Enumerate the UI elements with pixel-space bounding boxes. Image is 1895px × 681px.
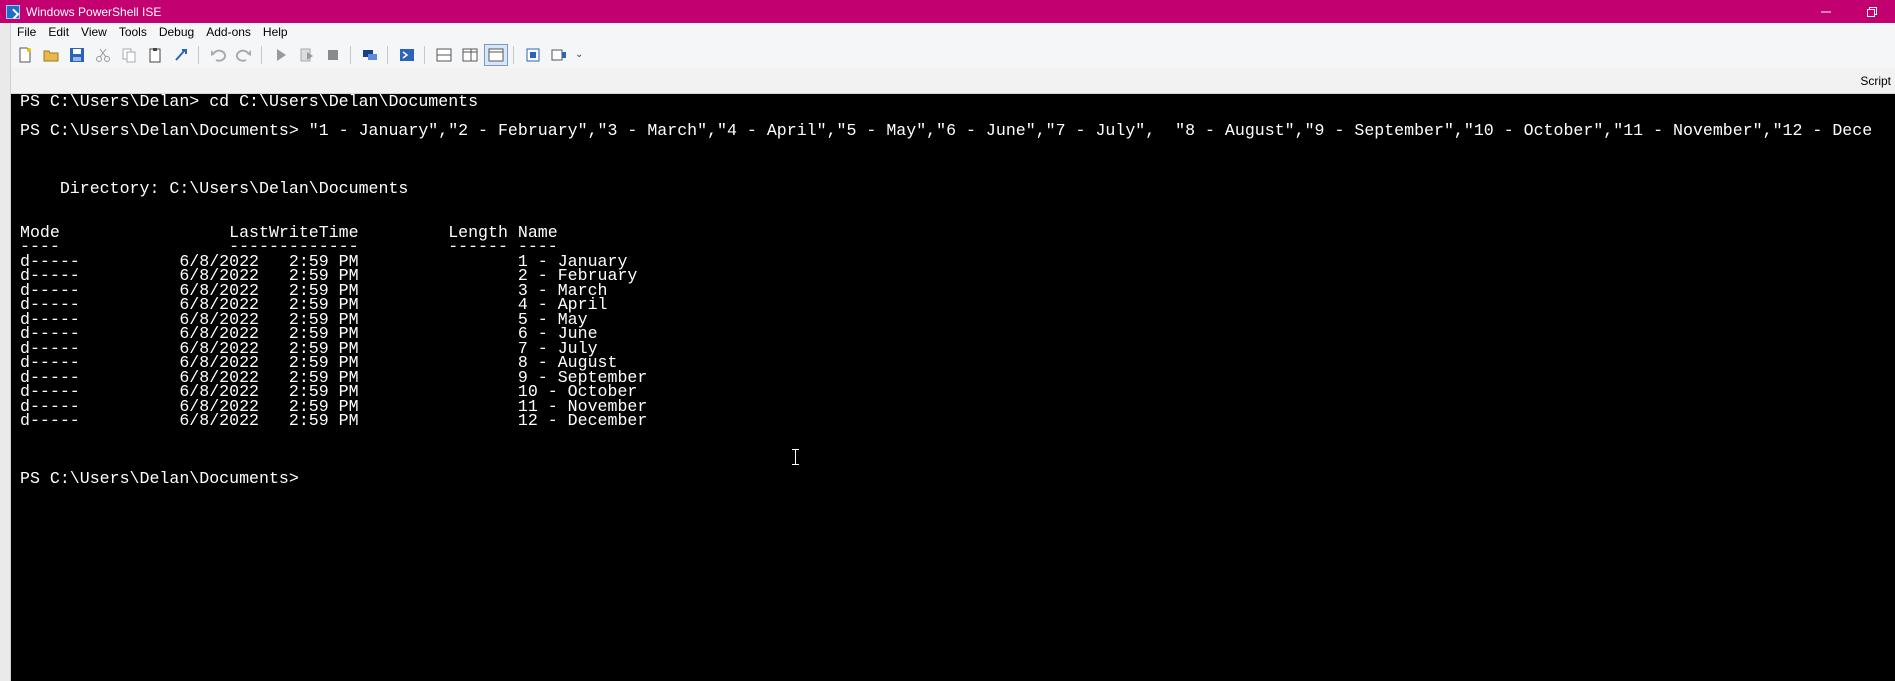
run-selection-icon [300, 48, 313, 62]
show-script-pane-icon [526, 48, 540, 62]
toolbar-separator [387, 46, 388, 64]
undo-button[interactable] [206, 44, 230, 66]
new-remote-tab-button[interactable] [358, 44, 382, 66]
menu-bar: File Edit View Tools Debug Add-ons Help [11, 23, 1895, 42]
script-pane-header: Script [11, 68, 1895, 94]
clear-console-button[interactable] [169, 44, 193, 66]
new-script-button[interactable] [13, 44, 37, 66]
script-pane-toggle[interactable]: Script [1860, 74, 1891, 88]
toolbar-separator [513, 46, 514, 64]
show-script-pane-button[interactable] [521, 44, 545, 66]
console-line: PS C:\Users\Delan\Documents> "1 - Januar… [20, 121, 1873, 140]
paste-icon [149, 48, 161, 63]
window-controls [1803, 0, 1895, 23]
left-edge-strip [0, 23, 11, 681]
minimize-icon [1821, 11, 1831, 12]
stop-button[interactable] [321, 44, 345, 66]
show-script-right-icon [462, 48, 478, 62]
new-script-icon [19, 47, 31, 63]
save-icon [70, 48, 84, 62]
toolbar-separator [198, 46, 199, 64]
menu-tools[interactable]: Tools [113, 23, 153, 42]
toolbar-separator [350, 46, 351, 64]
show-script-right-button[interactable] [458, 44, 482, 66]
menu-view[interactable]: View [75, 23, 113, 42]
powershell-console-icon [400, 49, 414, 61]
title-bar: Windows PowerShell ISE [0, 0, 1895, 23]
undo-icon [211, 49, 226, 62]
show-script-max-button[interactable] [484, 44, 508, 66]
show-script-top-button[interactable] [432, 44, 456, 66]
minimize-button[interactable] [1803, 0, 1849, 23]
save-button[interactable] [65, 44, 89, 66]
console-line: d----- 6/8/2022 2:59 PM 12 - December [20, 411, 648, 430]
cut-icon [96, 48, 110, 62]
menu-help[interactable]: Help [257, 23, 294, 42]
show-script-top-icon [436, 48, 452, 62]
cut-button[interactable] [91, 44, 115, 66]
show-script-max-icon [488, 48, 504, 62]
menu-edit[interactable]: Edit [42, 23, 75, 42]
menu-file[interactable]: File [11, 23, 42, 42]
powershell-console-button[interactable] [395, 44, 419, 66]
text-cursor-icon [791, 449, 801, 465]
console-prompt: PS C:\Users\Delan\Documents> [20, 469, 309, 488]
powershell-ise-icon [6, 4, 20, 19]
run-script-button[interactable] [269, 44, 293, 66]
toolbar-separator [261, 46, 262, 64]
menu-debug[interactable]: Debug [153, 23, 200, 42]
show-command-pane-button[interactable] [547, 44, 571, 66]
console-pane[interactable]: PS C:\Users\Delan> cd C:\Users\Delan\Doc… [11, 94, 1895, 681]
run-script-icon [277, 49, 286, 61]
copy-icon [122, 48, 136, 63]
clear-console-icon [175, 49, 187, 61]
window-title: Windows PowerShell ISE [26, 4, 162, 19]
toolbar-separator [424, 46, 425, 64]
toolbar-overflow-button[interactable]: ⌄ [575, 44, 583, 66]
console-line: PS C:\Users\Delan> cd C:\Users\Delan\Doc… [20, 94, 479, 111]
paste-button[interactable] [143, 44, 167, 66]
redo-button[interactable] [232, 44, 256, 66]
menu-add-ons[interactable]: Add-ons [200, 23, 257, 42]
open-icon [43, 50, 59, 62]
open-button[interactable] [39, 44, 63, 66]
stop-icon [328, 50, 338, 60]
console-line: Directory: C:\Users\Delan\Documents [20, 179, 409, 198]
toolbar: ⌄ [11, 42, 1895, 69]
copy-button[interactable] [117, 44, 141, 66]
show-command-pane-icon [551, 49, 566, 61]
redo-icon [236, 49, 251, 62]
restore-button[interactable] [1849, 0, 1895, 23]
run-selection-button[interactable] [295, 44, 319, 66]
restore-icon [1867, 6, 1877, 17]
new-remote-tab-icon [363, 50, 377, 60]
